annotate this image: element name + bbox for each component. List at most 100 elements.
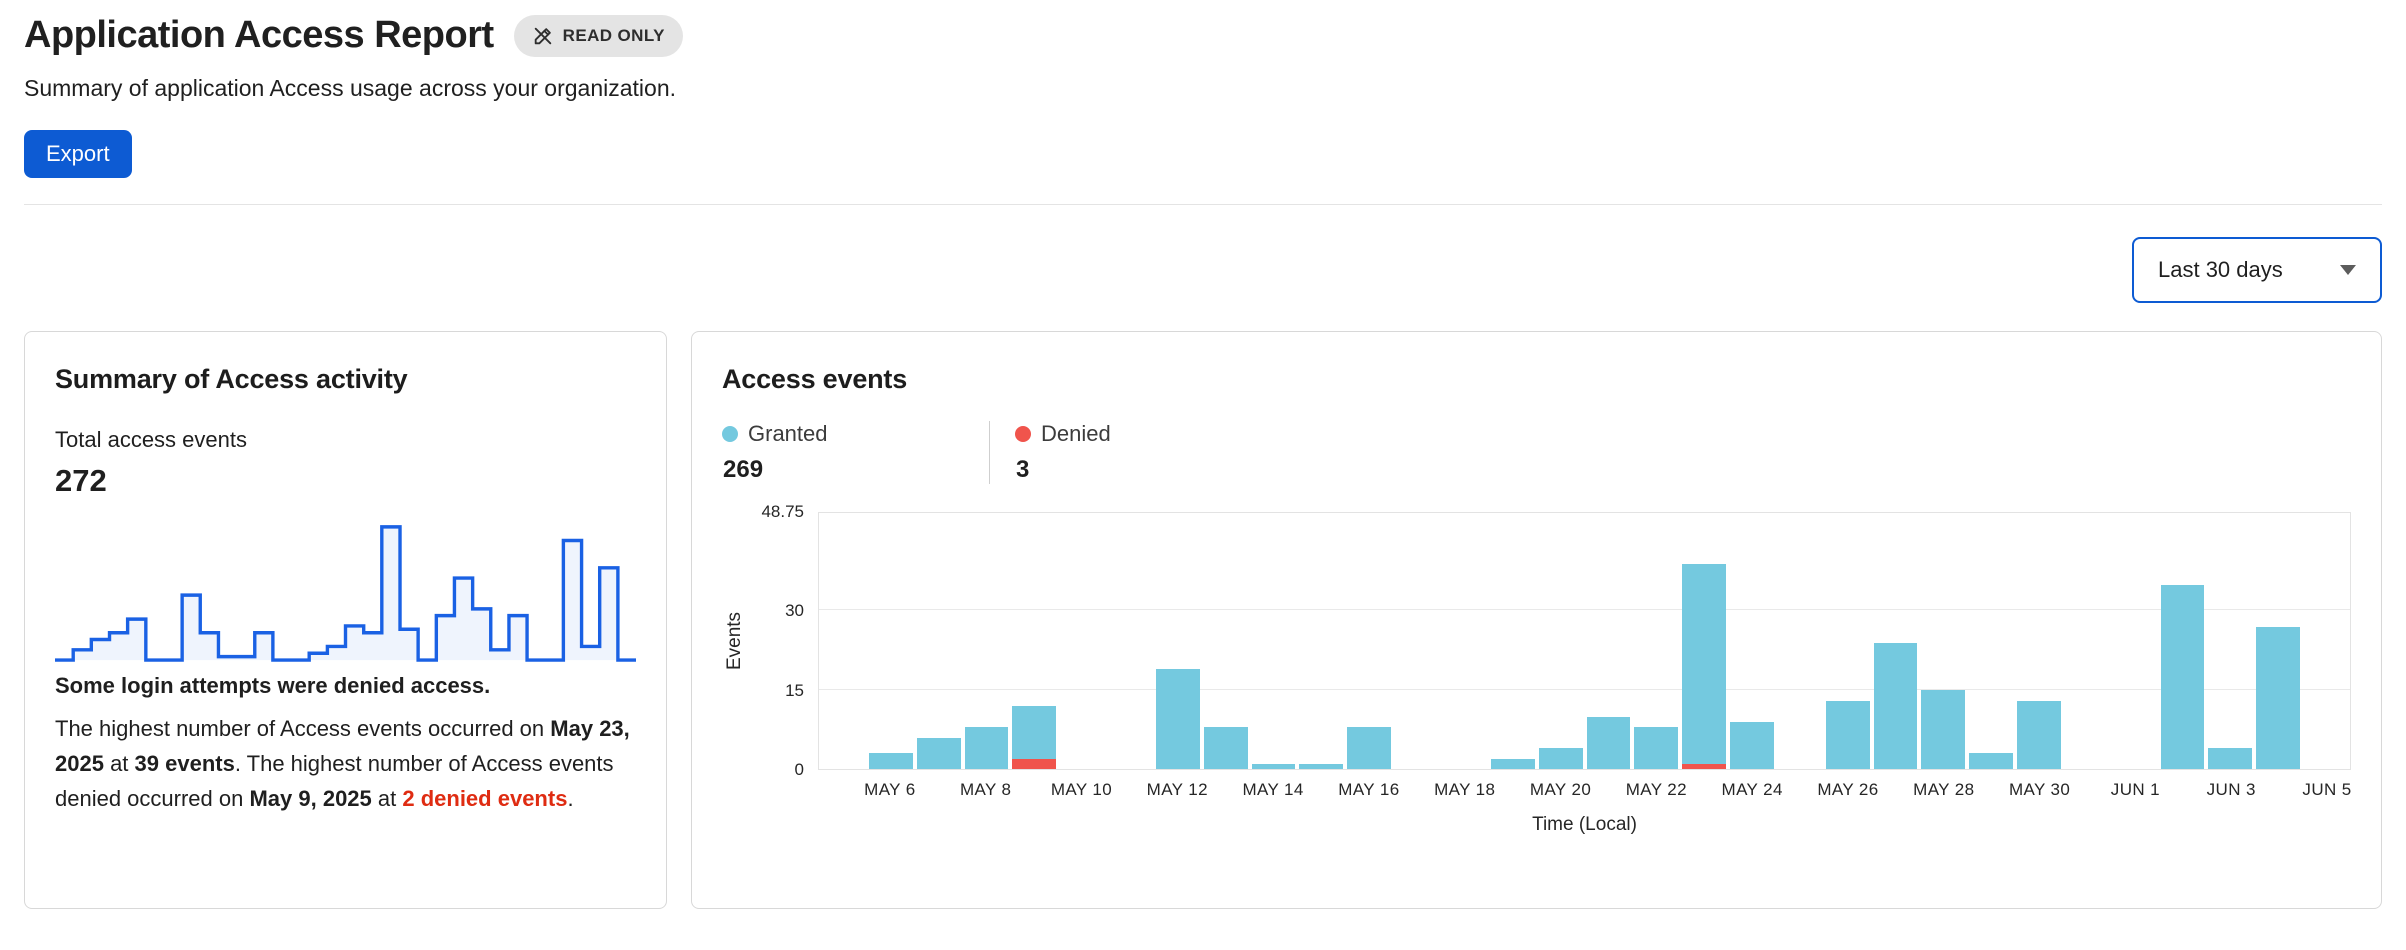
detail-text-part: The highest number of Access events occu… [55,716,550,741]
x-tick-label: MAY 6 [864,780,915,800]
x-tick-cell: MAY 20 [1537,780,1585,810]
cards-row: Summary of Access activity Total access … [24,331,2382,909]
bar-slot [1728,513,1776,769]
bar-slot [1154,513,1202,769]
bar-slot [1872,513,1920,769]
bar-slot [1058,513,1106,769]
activity-sparkline [55,515,636,665]
x-tick-cell: MAY 10 [1058,780,1106,810]
x-tick-cell: MAY 22 [1632,780,1680,810]
bar-granted [1299,764,1343,769]
detail-text-part: at [104,751,135,776]
bar-granted [1921,690,1965,769]
bar-granted [1204,727,1248,769]
bar-granted [1826,701,1870,769]
bar-denied [1012,759,1056,770]
legend-value-granted: 269 [723,456,989,484]
x-tick-label: MAY 24 [1722,780,1783,800]
bar-chart: Events 48.75 30 15 0 [722,512,2351,770]
bar-slot [1919,513,1967,769]
x-tick-cell: JUN 5 [2303,780,2351,810]
x-tick-label: MAY 30 [2009,780,2070,800]
y-axis-ticks: 48.75 30 15 0 [748,512,818,770]
bar-slot [1250,513,1298,769]
bar-granted [1347,727,1391,769]
x-tick-cell: JUN 3 [2207,780,2255,810]
bar-slot [1632,513,1680,769]
bar-slot [867,513,915,769]
x-tick-label: JUN 1 [2111,780,2160,800]
x-tick-label: MAY 28 [1913,780,1974,800]
x-tick-cell: MAY 16 [1345,780,1393,810]
detail-text-part: 2 denied events [402,786,567,811]
bars [819,513,2350,769]
bar-slot [1824,513,1872,769]
bar-slot [963,513,1011,769]
time-range-select[interactable]: Last 30 days [2132,237,2382,303]
chart-title: Access events [722,364,2351,395]
y-tick: 48.75 [761,501,804,523]
bar-slot [2015,513,2063,769]
bar-granted [869,753,913,769]
x-tick-cell [2255,780,2303,810]
legend-label-denied: Denied [1041,421,1111,447]
x-tick-cell: MAY 18 [1441,780,1489,810]
detail-text-part: . [567,786,573,811]
x-tick-cell [2064,780,2112,810]
denied-alert-text: Some login attempts were denied access. [55,673,636,699]
bar-slot [819,513,867,769]
x-tick-label: JUN 5 [2302,780,2351,800]
access-events-card: Access events Granted 269 Denied 3 [691,331,2382,909]
x-tick-cell: MAY 24 [1728,780,1776,810]
bar-granted [1156,669,1200,769]
bar-granted [917,738,961,770]
x-tick-cell: MAY 6 [866,780,914,810]
bar-granted [1491,759,1535,770]
x-tick-cell: MAY 30 [2016,780,2064,810]
detail-text-part: at [372,786,403,811]
x-tick-cell: MAY 8 [962,780,1010,810]
x-tick-label: MAY 20 [1530,780,1591,800]
legend-dot-granted [722,426,738,442]
bar-slot [2206,513,2254,769]
bar-slot [1202,513,1250,769]
bar-slot [2063,513,2111,769]
total-events-value: 272 [55,463,636,499]
x-tick-label: MAY 18 [1434,780,1495,800]
x-axis-title: Time (Local) [818,814,2351,836]
bar-granted [1682,564,1726,764]
x-tick-label: MAY 8 [960,780,1011,800]
bar-granted [2256,627,2300,769]
x-tick-cell: MAY 28 [1920,780,1968,810]
x-tick-cell [914,780,962,810]
bar-slot [1585,513,1633,769]
bar-slot [1680,513,1728,769]
bar-granted [1634,727,1678,769]
x-tick-cell: MAY 14 [1249,780,1297,810]
chart-legend: Granted 269 Denied 3 [722,421,2351,484]
legend-label-granted: Granted [748,421,828,447]
page-subtitle: Summary of application Access usage acro… [24,75,2382,102]
bar-granted [1539,748,1583,769]
x-tick-cell: MAY 12 [1153,780,1201,810]
bar-granted [965,727,1009,769]
bar-slot [1967,513,2015,769]
bar-granted [1012,706,1056,759]
bar-granted [1730,722,1774,769]
bar-slot [1010,513,1058,769]
x-tick-label: MAY 10 [1051,780,1112,800]
header-divider [24,204,2382,205]
export-button[interactable]: Export [24,130,132,178]
bar-slot [1345,513,1393,769]
total-events-label: Total access events [55,427,636,453]
header: Application Access Report READ ONLY [24,14,2382,57]
filter-row: Last 30 days [24,237,2382,303]
x-axis-labels: MAY 6 MAY 8 MAY 10 MAY 12 MAY 14 MAY 16 MAY 18… [818,780,2351,810]
bar-slot [1297,513,1345,769]
x-tick-label: MAY 16 [1338,780,1399,800]
legend-item-granted: Granted 269 [722,421,989,484]
legend-item-denied: Denied 3 [990,421,1111,484]
bar-slot [915,513,963,769]
bar-granted [1252,764,1296,769]
summary-card: Summary of Access activity Total access … [24,331,667,909]
